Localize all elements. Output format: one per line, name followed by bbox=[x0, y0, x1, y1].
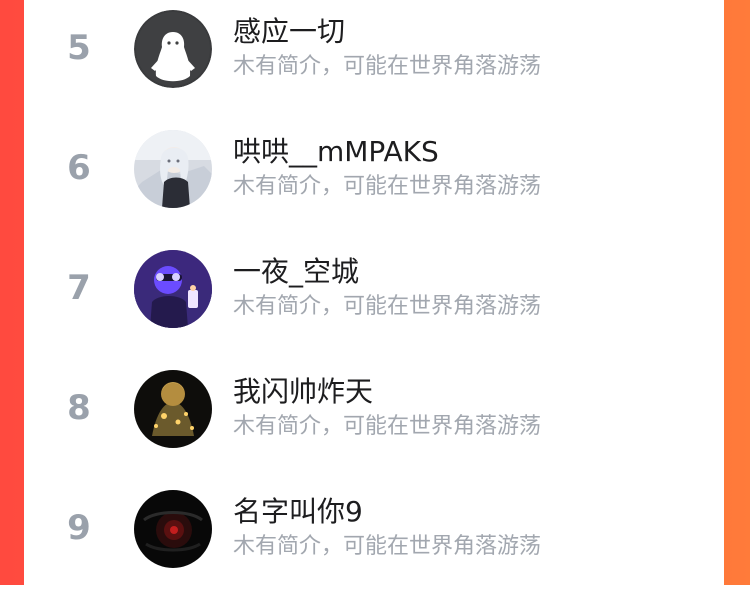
username[interactable]: 名字叫你9 bbox=[233, 490, 363, 530]
ranking-row-5[interactable]: 5 感应一切 木有简介，可能在世界角落游荡 bbox=[24, 0, 724, 120]
dark-red-avatar[interactable] bbox=[134, 490, 212, 568]
anime-girl-avatar[interactable] bbox=[134, 130, 212, 208]
user-bio: 木有简介，可能在世界角落游荡 bbox=[233, 174, 542, 199]
default-user-avatar-icon[interactable] bbox=[134, 10, 212, 88]
ranking-row-8[interactable]: 8 我闪帅炸天 木有简介，可能在世界角落游荡 bbox=[24, 360, 724, 480]
rank-number: 7 bbox=[67, 268, 91, 308]
rank-number: 5 bbox=[67, 28, 91, 68]
purple-neon-avatar[interactable] bbox=[134, 250, 212, 328]
rank-number: 6 bbox=[67, 148, 91, 188]
username[interactable]: 哄哄__mMPAKS bbox=[233, 130, 439, 170]
username[interactable]: 我闪帅炸天 bbox=[233, 370, 373, 410]
ranking-row-7[interactable]: 7 一夜_空城 木有简介，可能在世界角落游荡 bbox=[24, 240, 724, 360]
user-bio: 木有简介，可能在世界角落游荡 bbox=[233, 534, 542, 559]
rank-number: 8 bbox=[67, 388, 91, 428]
app-background: 5 感应一切 木有简介，可能在世界角落游荡 6 哄哄__mMPAKS 木有简介，… bbox=[0, 0, 750, 585]
user-bio: 木有简介，可能在世界角落游荡 bbox=[233, 414, 542, 439]
user-bio: 木有简介，可能在世界角落游荡 bbox=[233, 294, 542, 319]
username[interactable]: 感应一切 bbox=[233, 10, 345, 50]
ranking-card: 5 感应一切 木有简介，可能在世界角落游荡 6 哄哄__mMPAKS 木有简介，… bbox=[24, 0, 724, 585]
ranking-row-9[interactable]: 9 名字叫你9 木有简介，可能在世界角落游荡 bbox=[24, 480, 724, 600]
username[interactable]: 一夜_空城 bbox=[233, 250, 359, 290]
golden-armor-avatar[interactable] bbox=[134, 370, 212, 448]
user-bio: 木有简介，可能在世界角落游荡 bbox=[233, 54, 542, 79]
rank-number: 9 bbox=[67, 508, 91, 548]
ranking-row-6[interactable]: 6 哄哄__mMPAKS 木有简介，可能在世界角落游荡 bbox=[24, 120, 724, 240]
